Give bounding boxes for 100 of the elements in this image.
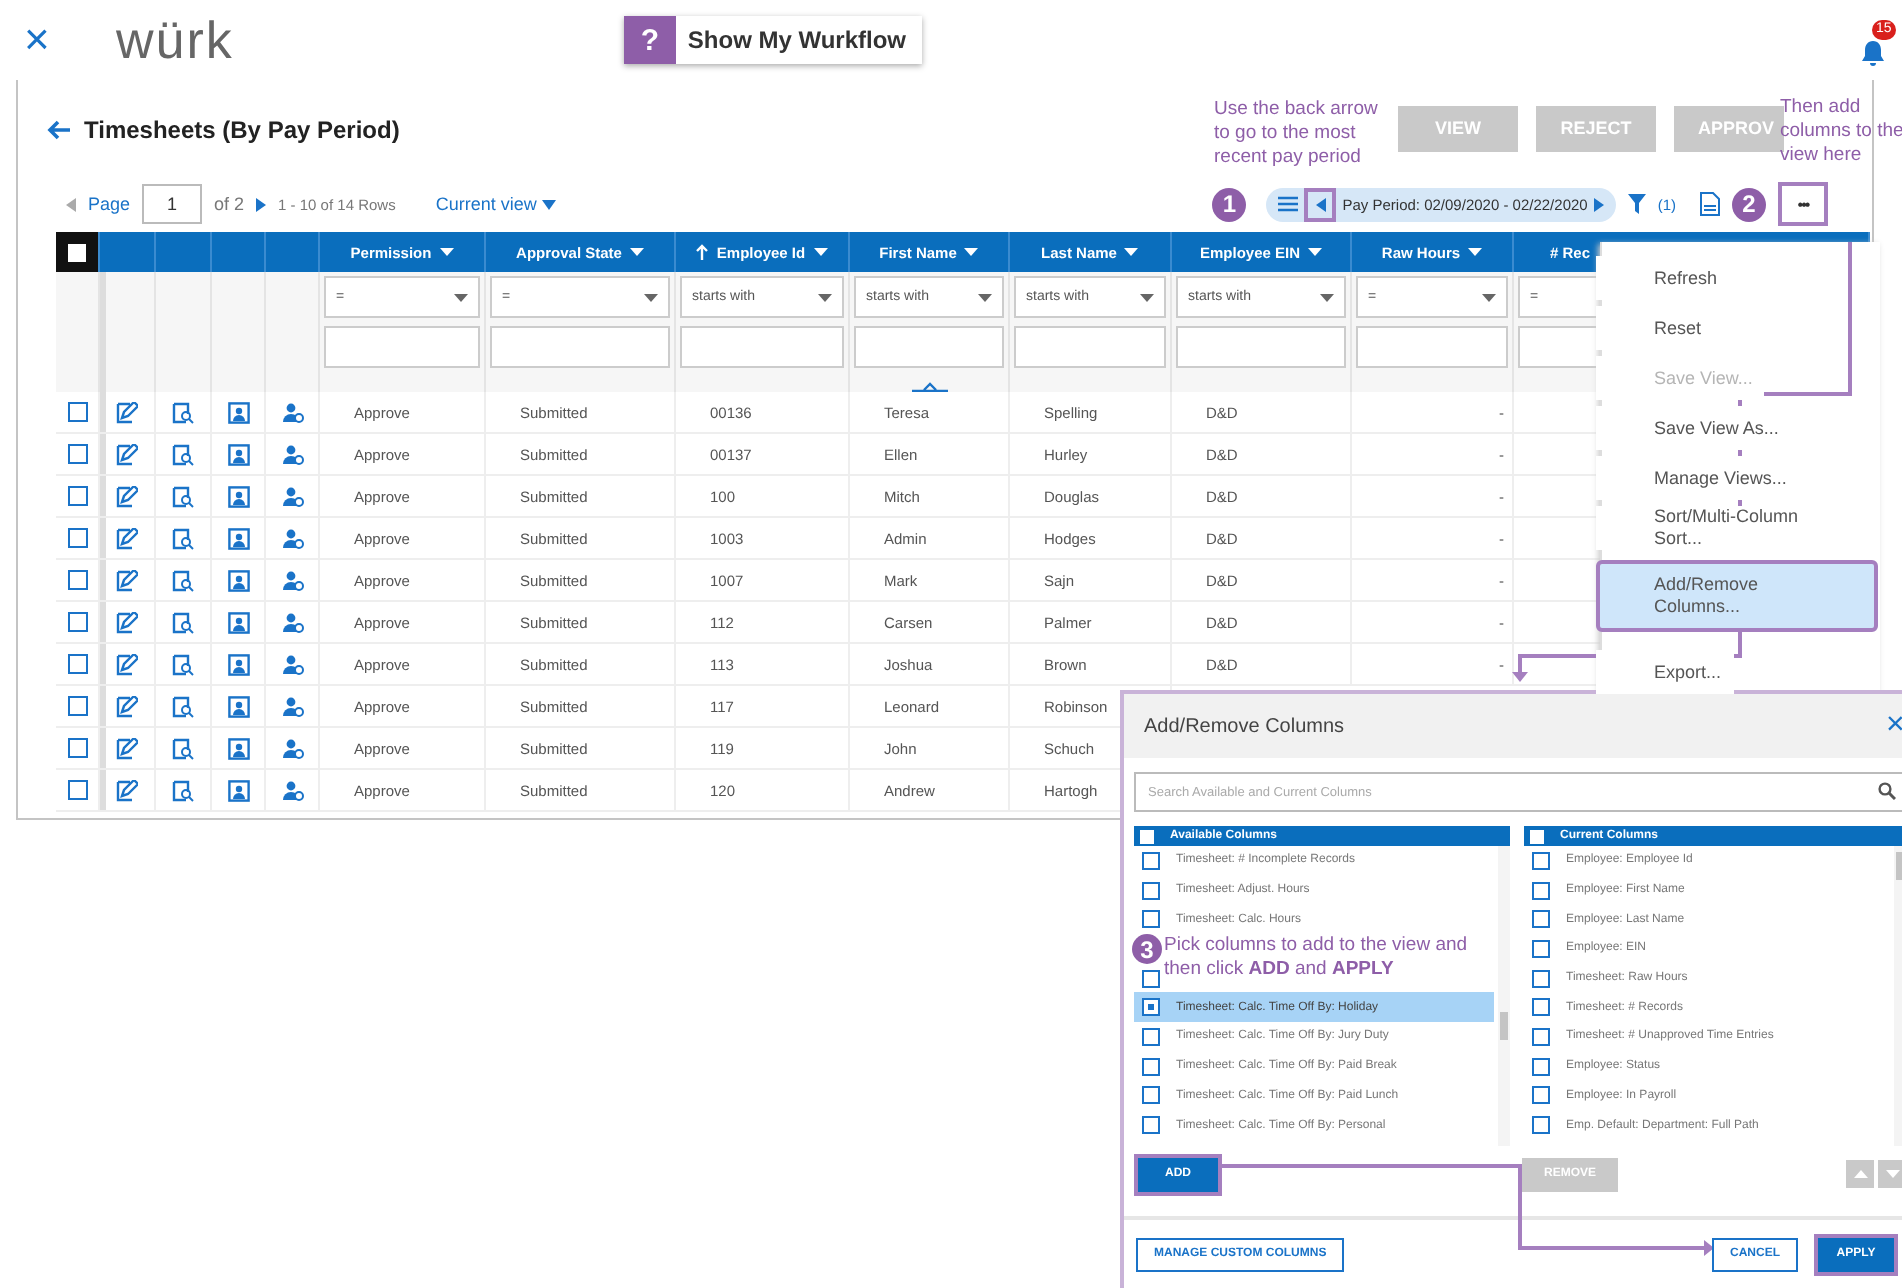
up-caret-icon (1853, 1170, 1867, 1178)
checkbox[interactable] (1142, 998, 1160, 1017)
edit-icon[interactable] (116, 569, 138, 591)
document-search-icon[interactable] (172, 443, 194, 465)
checkbox[interactable] (1142, 969, 1160, 988)
document-search-icon[interactable] (172, 401, 194, 423)
document-search-icon[interactable] (172, 737, 194, 759)
close-button[interactable]: × (24, 14, 64, 66)
view-dropdown[interactable]: Current view (435, 194, 557, 214)
caret-icon (1320, 293, 1334, 301)
document-search-icon[interactable] (172, 527, 194, 549)
help-button[interactable]: ? Show My Wurkflow (623, 16, 923, 64)
filter-field[interactable] (854, 326, 1004, 368)
people-icon[interactable] (281, 695, 303, 717)
next-page-icon[interactable] (256, 197, 267, 211)
row-checkbox[interactable] (67, 696, 87, 716)
checkbox[interactable] (1532, 881, 1550, 900)
edit-icon[interactable] (116, 779, 138, 801)
more-button[interactable]: ••• (1778, 182, 1828, 226)
bell-icon[interactable] (1860, 40, 1886, 68)
edit-icon[interactable] (116, 443, 138, 465)
document-icon[interactable] (1700, 192, 1720, 216)
search-icon[interactable] (1878, 782, 1896, 800)
edit-icon[interactable] (116, 695, 138, 717)
filter-field[interactable] (490, 326, 670, 368)
document-person-icon[interactable] (227, 485, 249, 507)
people-icon[interactable] (281, 527, 303, 549)
next-period-icon[interactable] (1593, 197, 1604, 211)
people-icon[interactable] (281, 779, 303, 801)
people-icon[interactable] (281, 401, 303, 423)
row-checkbox[interactable] (67, 612, 87, 632)
document-person-icon[interactable] (227, 443, 249, 465)
document-search-icon[interactable] (172, 695, 194, 717)
people-icon[interactable] (281, 737, 303, 759)
checkbox[interactable] (1142, 1116, 1160, 1135)
edit-icon[interactable] (116, 401, 138, 423)
filter-field[interactable] (1014, 326, 1166, 368)
document-person-icon[interactable] (227, 569, 249, 591)
row-checkbox[interactable] (67, 654, 87, 674)
row-checkbox[interactable] (67, 444, 87, 464)
document-person-icon[interactable] (227, 527, 249, 549)
checkbox[interactable] (1142, 1027, 1160, 1046)
document-person-icon[interactable] (227, 737, 249, 759)
edit-icon[interactable] (116, 653, 138, 675)
edit-icon[interactable] (116, 527, 138, 549)
people-icon[interactable] (281, 653, 303, 675)
checkbox[interactable] (1532, 998, 1550, 1017)
back-arrow-icon[interactable] (46, 120, 72, 140)
caret-icon (1124, 248, 1139, 256)
document-search-icon[interactable] (172, 779, 194, 801)
page-title: Timesheets (By Pay Period) (84, 116, 400, 144)
checkbox[interactable] (1532, 910, 1550, 929)
people-icon[interactable] (281, 485, 303, 507)
checkbox[interactable] (1532, 1116, 1550, 1135)
checkbox[interactable] (1532, 939, 1550, 958)
select-all-checkbox[interactable] (68, 243, 86, 261)
document-search-icon[interactable] (172, 485, 194, 507)
checkbox[interactable] (1532, 851, 1550, 870)
previous-period-button[interactable] (1304, 187, 1337, 221)
resize-handle-icon[interactable] (911, 382, 947, 392)
document-person-icon[interactable] (227, 779, 249, 801)
page-field[interactable]: 1 (142, 184, 203, 224)
document-search-icon[interactable] (172, 611, 194, 633)
people-icon[interactable] (281, 611, 303, 633)
document-person-icon[interactable] (227, 653, 249, 675)
menu-item[interactable]: Add/Remove Columns... (1596, 560, 1878, 632)
document-person-icon[interactable] (227, 695, 249, 717)
filter-field[interactable] (1356, 326, 1508, 368)
filter-field[interactable] (324, 326, 480, 368)
row-checkbox[interactable] (67, 780, 87, 800)
checkbox[interactable] (1142, 881, 1160, 900)
edit-icon[interactable] (116, 737, 138, 759)
checkbox[interactable] (1142, 1086, 1160, 1105)
checkbox[interactable] (1142, 851, 1160, 870)
caret-icon (978, 293, 992, 301)
row-checkbox[interactable] (67, 738, 87, 758)
people-icon[interactable] (281, 569, 303, 591)
people-icon[interactable] (281, 443, 303, 465)
document-person-icon[interactable] (227, 401, 249, 423)
filter-field[interactable] (1176, 326, 1346, 368)
checkbox[interactable] (1142, 910, 1160, 929)
document-search-icon[interactable] (172, 569, 194, 591)
row-checkbox[interactable] (67, 528, 87, 548)
filter-icon[interactable] (1627, 194, 1646, 214)
close-button[interactable]: × (1886, 708, 1902, 744)
row-checkbox[interactable] (67, 570, 87, 590)
checkbox[interactable] (1532, 1057, 1550, 1076)
row-checkbox[interactable] (67, 402, 87, 422)
checkbox[interactable] (1532, 1086, 1550, 1105)
list-icon[interactable] (1278, 196, 1299, 212)
checkbox[interactable] (1532, 1027, 1550, 1046)
document-search-icon[interactable] (172, 653, 194, 675)
checkbox[interactable] (1142, 1057, 1160, 1076)
edit-icon[interactable] (116, 611, 138, 633)
menu-item[interactable]: Export... (1596, 650, 1734, 694)
row-checkbox[interactable] (67, 486, 87, 506)
document-person-icon[interactable] (227, 611, 249, 633)
filter-field[interactable] (680, 326, 844, 368)
edit-icon[interactable] (116, 485, 138, 507)
checkbox[interactable] (1532, 969, 1550, 988)
